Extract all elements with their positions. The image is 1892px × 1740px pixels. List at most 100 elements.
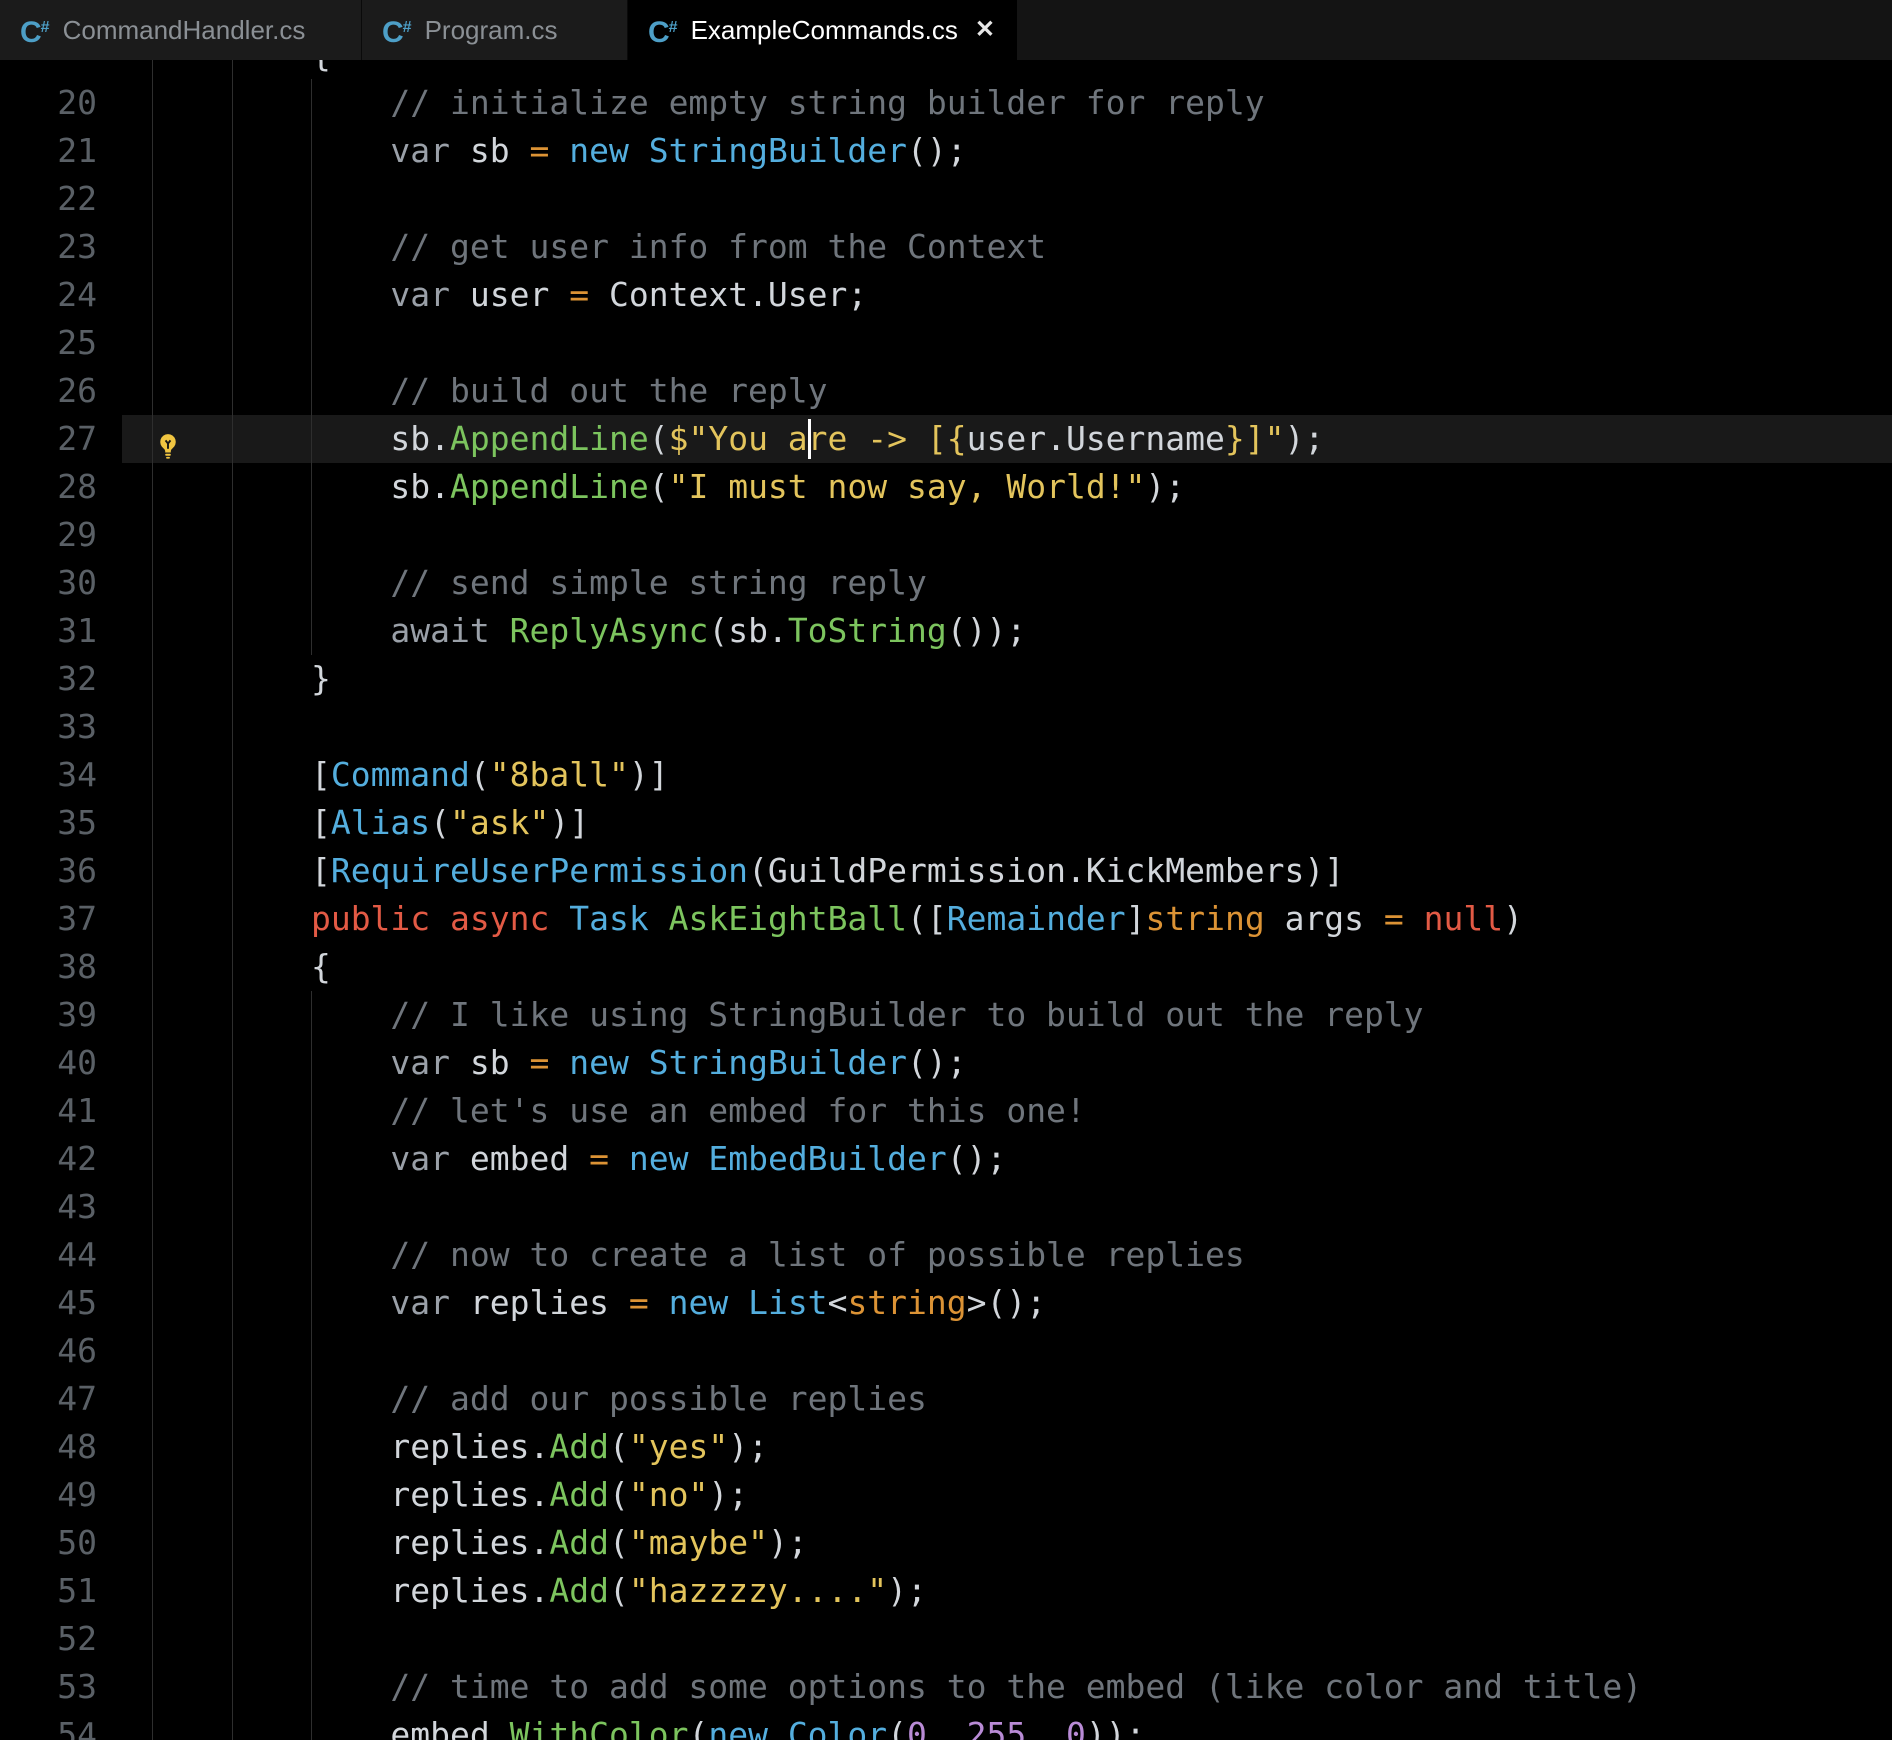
line-number[interactable]: 43 — [0, 1183, 97, 1231]
code-line[interactable]: 26 // build out the reply — [0, 367, 1892, 415]
line-number[interactable]: 22 — [0, 175, 97, 223]
line-number[interactable]: 48 — [0, 1423, 97, 1471]
line-number[interactable]: 35 — [0, 799, 97, 847]
line-number[interactable]: 20 — [0, 79, 97, 127]
line-number[interactable]: 34 — [0, 751, 97, 799]
code-line[interactable]: 46 — [0, 1327, 1892, 1375]
line-number[interactable]: 36 — [0, 847, 97, 895]
line-number[interactable]: 41 — [0, 1087, 97, 1135]
indent-guide — [152, 703, 153, 751]
line-number[interactable]: 54 — [0, 1711, 97, 1740]
csharp-file-icon: C# — [20, 13, 50, 48]
line-number[interactable]: 40 — [0, 1039, 97, 1087]
line-number[interactable]: 33 — [0, 703, 97, 751]
code-line[interactable]: 47 // add our possible replies — [0, 1375, 1892, 1423]
code-line[interactable]: 39 // I like using StringBuilder to buil… — [0, 991, 1892, 1039]
indent-guide — [152, 319, 153, 367]
line-number[interactable]: 31 — [0, 607, 97, 655]
indent-guide — [232, 319, 233, 367]
line-number[interactable]: 52 — [0, 1615, 97, 1663]
indent-guide — [152, 1183, 153, 1231]
indent-guide — [311, 319, 312, 367]
code-text: // I like using StringBuilder to build o… — [152, 991, 1424, 1039]
code-line[interactable]: 44 // now to create a list of possible r… — [0, 1231, 1892, 1279]
tab-bar: C# CommandHandler.cs C#Program.csC#Example… — [0, 0, 1892, 60]
line-number[interactable]: 38 — [0, 943, 97, 991]
code-text: // get user info from the Context — [152, 223, 1046, 271]
tab-label: CommandHandler.cs — [63, 15, 306, 46]
indent-guide — [232, 1327, 233, 1375]
tab-program-cs[interactable]: C#Program.cs — [362, 0, 628, 60]
indent-guide — [311, 511, 312, 559]
code-text: // build out the reply — [152, 367, 828, 415]
code-line[interactable]: 25 — [0, 319, 1892, 367]
code-text: [Alias("ask")] — [152, 799, 589, 847]
code-line[interactable]: 45 var replies = new List<string>(); — [0, 1279, 1892, 1327]
code-line[interactable]: 40 var sb = new StringBuilder(); — [0, 1039, 1892, 1087]
code-line[interactable]: 42 var embed = new EmbedBuilder(); — [0, 1135, 1892, 1183]
line-number[interactable]: 50 — [0, 1519, 97, 1567]
code-editor[interactable]: {20 // initialize empty string builder f… — [0, 60, 1892, 1740]
code-line[interactable]: 30 // send simple string reply — [0, 559, 1892, 607]
lightbulb-icon[interactable] — [154, 425, 182, 453]
code-line[interactable]: 41 // let's use an embed for this one! — [0, 1087, 1892, 1135]
code-line[interactable]: 50 replies.Add("maybe"); — [0, 1519, 1892, 1567]
line-number[interactable]: 25 — [0, 319, 97, 367]
indent-guide — [152, 1615, 153, 1663]
code-line[interactable]: 20 // initialize empty string builder fo… — [0, 79, 1892, 127]
tab-examplecommands-cs[interactable]: C#ExampleCommands.cs✕ — [628, 0, 1017, 60]
line-number[interactable]: 26 — [0, 367, 97, 415]
code-line[interactable]: 54 embed.WithColor(new Color(0, 255, 0))… — [0, 1711, 1892, 1740]
code-text: var embed = new EmbedBuilder(); — [152, 1135, 1006, 1183]
code-line[interactable]: 35 [Alias("ask")] — [0, 799, 1892, 847]
code-line[interactable]: 38 { — [0, 943, 1892, 991]
close-icon[interactable]: ✕ — [971, 16, 999, 44]
line-number[interactable]: 47 — [0, 1375, 97, 1423]
line-number[interactable]: 29 — [0, 511, 97, 559]
line-number[interactable]: 21 — [0, 127, 97, 175]
code-line[interactable]: 51 replies.Add("hazzzzy...."); — [0, 1567, 1892, 1615]
code-line[interactable]: 43 — [0, 1183, 1892, 1231]
code-text: } — [152, 655, 331, 703]
code-line[interactable]: 22 — [0, 175, 1892, 223]
code-line[interactable]: 21 var sb = new StringBuilder(); — [0, 127, 1892, 175]
line-number[interactable]: 44 — [0, 1231, 97, 1279]
line-number[interactable]: 23 — [0, 223, 97, 271]
line-number[interactable]: 39 — [0, 991, 97, 1039]
code-text: replies.Add("hazzzzy...."); — [152, 1567, 927, 1615]
code-line[interactable]: 28 sb.AppendLine("I must now say, World!… — [0, 463, 1892, 511]
line-number[interactable]: 42 — [0, 1135, 97, 1183]
line-number[interactable]: 30 — [0, 559, 97, 607]
line-number[interactable]: 51 — [0, 1567, 97, 1615]
code-line[interactable]: 23 // get user info from the Context — [0, 223, 1892, 271]
line-number[interactable]: 27 — [0, 415, 97, 463]
code-text: // let's use an embed for this one! — [152, 1087, 1086, 1135]
code-line[interactable]: 53 // time to add some options to the em… — [0, 1663, 1892, 1711]
code-text: [Command("8ball")] — [152, 751, 669, 799]
code-line[interactable]: 49 replies.Add("no"); — [0, 1471, 1892, 1519]
code-line[interactable]: 32 } — [0, 655, 1892, 703]
code-line[interactable]: 24 var user = Context.User; — [0, 271, 1892, 319]
code-line[interactable]: 48 replies.Add("yes"); — [0, 1423, 1892, 1471]
line-number[interactable]: 45 — [0, 1279, 97, 1327]
line-number[interactable]: 24 — [0, 271, 97, 319]
indent-guide — [232, 1183, 233, 1231]
code-line[interactable]: 31 await ReplyAsync(sb.ToString()); — [0, 607, 1892, 655]
line-number[interactable]: 32 — [0, 655, 97, 703]
line-number[interactable]: 49 — [0, 1471, 97, 1519]
code-line[interactable]: 34 [Command("8ball")] — [0, 751, 1892, 799]
code-line[interactable]: 29 — [0, 511, 1892, 559]
code-line[interactable]: 36 [RequireUserPermission(GuildPermissio… — [0, 847, 1892, 895]
line-number[interactable]: 53 — [0, 1663, 97, 1711]
line-number[interactable]: 37 — [0, 895, 97, 943]
tab-commandhandler-cs[interactable]: C# CommandHandler.cs — [0, 0, 362, 60]
code-line[interactable]: 33 — [0, 703, 1892, 751]
code-text: sb.AppendLine("I must now say, World!"); — [152, 463, 1185, 511]
code-text: { — [152, 60, 331, 79]
code-line[interactable]: 27 sb.AppendLine($"You are -> [{user.Use… — [0, 415, 1892, 463]
code-line[interactable]: 52 — [0, 1615, 1892, 1663]
line-number[interactable]: 28 — [0, 463, 97, 511]
line-number[interactable]: 46 — [0, 1327, 97, 1375]
code-line[interactable]: { — [0, 60, 1892, 79]
code-line[interactable]: 37 public async Task AskEightBall([Remai… — [0, 895, 1892, 943]
